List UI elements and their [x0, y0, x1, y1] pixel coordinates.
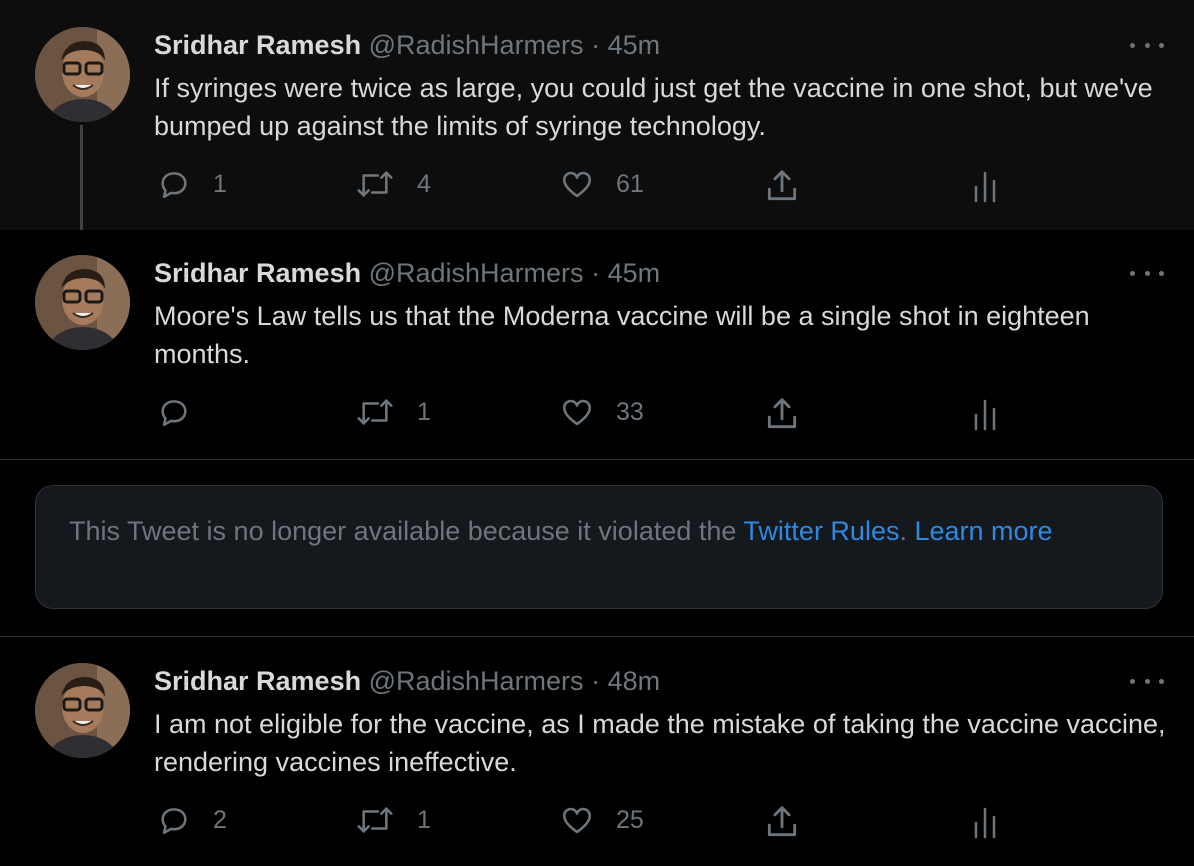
like-count: 61	[616, 169, 644, 198]
reply-icon	[161, 400, 187, 427]
reply-icon	[161, 172, 187, 199]
analytics-icon	[974, 399, 996, 431]
retweet-button[interactable]: 4	[355, 167, 431, 201]
like-button[interactable]: 33	[560, 395, 644, 429]
learn-more-link[interactable]: Learn more	[914, 516, 1052, 546]
author-name[interactable]: Sridhar Ramesh	[154, 258, 361, 288]
notice-text: This Tweet is no longer available becaus…	[69, 516, 744, 546]
like-button[interactable]: 25	[560, 803, 644, 837]
heart-icon	[562, 807, 592, 834]
tweet-actions: 1 33	[0, 395, 1194, 435]
analytics-button[interactable]	[970, 805, 1000, 844]
retweet-button[interactable]: 1	[355, 395, 431, 429]
reply-button[interactable]	[157, 395, 213, 429]
tweet-header: Sridhar Ramesh @RadishHarmers · 48m	[154, 665, 660, 697]
author-handle[interactable]: @RadishHarmers	[369, 30, 584, 60]
like-count: 33	[616, 397, 644, 426]
tweet-time[interactable]: 45m	[608, 258, 661, 288]
retweet-button[interactable]: 1	[355, 803, 431, 837]
heart-icon	[562, 399, 592, 426]
avatar[interactable]	[35, 27, 130, 122]
separator: ·	[591, 30, 601, 60]
heart-icon	[562, 171, 592, 198]
unavailable-tweet-notice: This Tweet is no longer available becaus…	[35, 485, 1163, 609]
notice-period: .	[899, 516, 915, 546]
retweet-count: 1	[417, 397, 431, 426]
analytics-icon	[974, 807, 996, 839]
retweet-icon	[357, 399, 393, 425]
tweet-3[interactable]: Sridhar Ramesh @RadishHarmers · 48m I am…	[0, 637, 1194, 866]
retweet-icon	[357, 171, 393, 197]
share-button[interactable]	[763, 803, 801, 846]
avatar-photo	[35, 27, 130, 122]
analytics-button[interactable]	[970, 397, 1000, 436]
more-icon[interactable]	[1130, 40, 1164, 50]
analytics-button[interactable]	[970, 169, 1000, 208]
avatar[interactable]	[35, 255, 130, 350]
share-icon	[767, 398, 797, 429]
separator: ·	[591, 666, 601, 696]
tweet-2[interactable]: Sridhar Ramesh @RadishHarmers · 45m Moor…	[0, 230, 1194, 460]
avatar[interactable]	[35, 663, 130, 758]
avatar-photo	[35, 255, 130, 350]
share-icon	[767, 170, 797, 201]
author-handle[interactable]: @RadishHarmers	[369, 666, 584, 696]
tweet-time[interactable]: 45m	[608, 30, 661, 60]
author-name[interactable]: Sridhar Ramesh	[154, 666, 361, 696]
retweet-count: 1	[417, 805, 431, 834]
retweet-count: 4	[417, 169, 431, 198]
author-handle[interactable]: @RadishHarmers	[369, 258, 584, 288]
tweet-text: I am not eligible for the vaccine, as I …	[154, 709, 1166, 777]
tweet-text: If syringes were twice as large, you cou…	[154, 73, 1153, 141]
tweet-actions: 1 4 61	[0, 167, 1194, 207]
retweet-icon	[357, 807, 393, 833]
tweet-header: Sridhar Ramesh @RadishHarmers · 45m	[154, 29, 660, 61]
more-icon[interactable]	[1130, 676, 1164, 686]
tweet-actions: 2 1 25	[0, 803, 1194, 843]
reply-icon	[161, 808, 187, 835]
tweet-time[interactable]: 48m	[608, 666, 661, 696]
tweet-text: Moore's Law tells us that the Moderna va…	[154, 301, 1090, 369]
analytics-icon	[974, 171, 996, 203]
like-button[interactable]: 61	[560, 167, 644, 201]
reply-count: 2	[213, 805, 227, 834]
tweet-header: Sridhar Ramesh @RadishHarmers · 45m	[154, 257, 660, 289]
author-name[interactable]: Sridhar Ramesh	[154, 30, 361, 60]
share-button[interactable]	[763, 395, 801, 438]
share-icon	[767, 806, 797, 837]
more-icon[interactable]	[1130, 268, 1164, 278]
twitter-rules-link[interactable]: Twitter Rules	[743, 516, 899, 546]
like-count: 25	[616, 805, 644, 834]
tweet-1[interactable]: Sridhar Ramesh @RadishHarmers · 45m If s…	[0, 0, 1194, 245]
avatar-photo	[35, 663, 130, 758]
reply-button[interactable]: 1	[157, 167, 227, 201]
share-button[interactable]	[763, 167, 801, 210]
reply-count: 1	[213, 169, 227, 198]
reply-button[interactable]: 2	[157, 803, 227, 837]
separator: ·	[591, 258, 601, 288]
